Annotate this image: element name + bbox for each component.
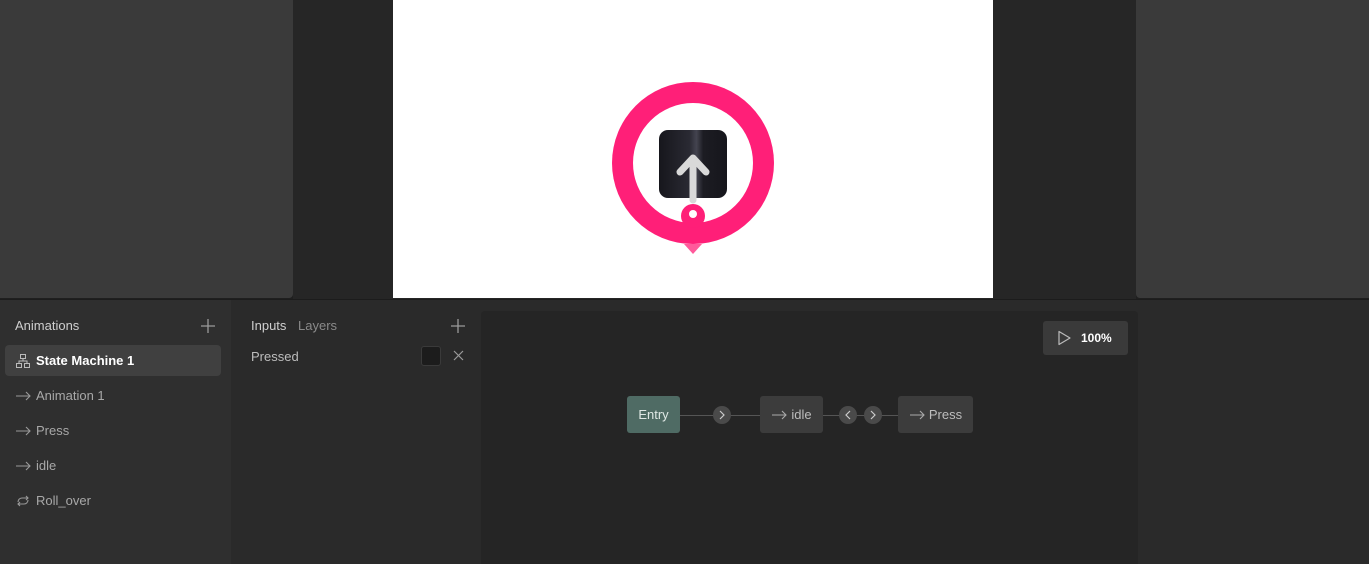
state-machine-icon [16, 353, 30, 368]
inputs-panel: Inputs Layers Pressed [231, 300, 481, 564]
pin-upload-graphic [612, 82, 774, 254]
state-machine-graph[interactable]: 100% Entry idle Press [481, 311, 1138, 564]
arrow-right-icon [16, 461, 31, 470]
transition-line [823, 415, 899, 416]
chevron-right-icon [870, 410, 876, 420]
press-node-label: Press [928, 407, 963, 422]
loop-icon [17, 495, 29, 506]
tab-layers[interactable]: Layers [298, 318, 337, 333]
right-top-panel [1136, 0, 1369, 298]
animation-item-label: Roll_over [36, 493, 91, 508]
transition-forward-button[interactable] [713, 406, 731, 424]
left-top-panel [0, 0, 293, 298]
animation-item-roll-over[interactable]: Roll_over [5, 485, 221, 516]
animation-item-label: State Machine 1 [36, 353, 135, 368]
add-input-icon[interactable] [451, 319, 465, 333]
chevron-left-icon [845, 410, 851, 420]
idle-node[interactable]: idle [760, 396, 823, 433]
animation-item-animation-1[interactable]: Animation 1 [5, 380, 221, 411]
arrow-right-icon [16, 426, 31, 435]
animation-item-label: Press [36, 423, 70, 438]
arrow-right-icon [16, 391, 31, 400]
animation-item-idle[interactable]: idle [5, 450, 221, 481]
entry-node-label: Entry [638, 407, 669, 422]
delete-input-icon[interactable] [453, 350, 464, 361]
idle-node-label: idle [791, 407, 812, 422]
zoom-level: 100% [1081, 331, 1112, 345]
add-animation-icon[interactable] [201, 319, 215, 333]
play-zoom-control[interactable]: 100% [1043, 321, 1128, 355]
animation-item-label: Animation 1 [36, 388, 105, 403]
tab-inputs[interactable]: Inputs [251, 318, 286, 333]
animation-item-press[interactable]: Press [5, 415, 221, 446]
animations-title: Animations [15, 318, 80, 333]
animation-item-state-machine-1[interactable]: State Machine 1 [5, 345, 221, 376]
entry-node[interactable]: Entry [627, 396, 680, 433]
arrow-right-icon [909, 410, 925, 419]
animation-item-label: idle [36, 458, 57, 473]
pressed-checkbox[interactable] [421, 346, 441, 366]
artboard[interactable] [393, 0, 993, 298]
arrow-right-icon [772, 410, 788, 419]
chevron-right-icon [719, 410, 725, 420]
play-icon[interactable] [1056, 330, 1072, 346]
transition-back-button[interactable] [839, 406, 857, 424]
press-node[interactable]: Press [898, 396, 973, 433]
input-label-pressed: Pressed [251, 349, 299, 364]
animations-panel: Animations State Machine 1 Animation 1 P… [0, 300, 231, 564]
transition-forward-button[interactable] [864, 406, 882, 424]
